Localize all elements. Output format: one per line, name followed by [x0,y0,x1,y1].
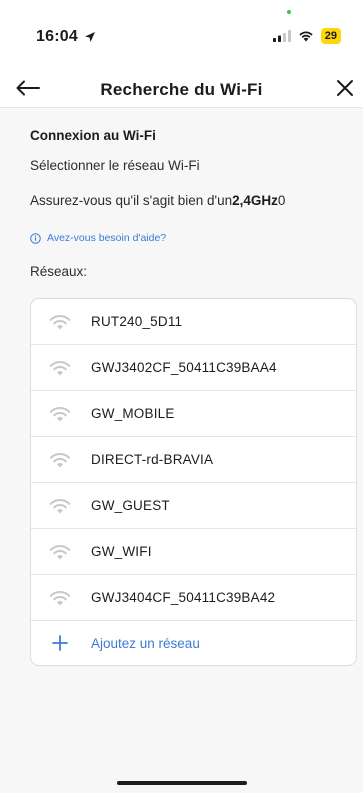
navigation-header: Recherche du Wi-Fi [0,64,363,112]
frequency-note: Assurez-vous qu'il s'agit bien d'un2,4GH… [30,193,285,208]
wifi-icon [48,589,72,607]
home-indicator [116,781,247,785]
help-link-label: Avez-vous besoin d'aide? [47,232,167,244]
close-icon [337,80,353,96]
main-content: Connexion au Wi-Fi Sélectionner le résea… [0,108,363,793]
network-name: GW_WIFI [91,544,152,559]
section-heading: Connexion au Wi-Fi [30,128,156,143]
close-button[interactable] [327,70,363,106]
add-network-button[interactable]: Ajoutez un réseau [31,621,356,665]
subtitle: Sélectionner le réseau Wi-Fi [30,158,200,173]
network-name: GW_GUEST [91,498,170,513]
network-list: RUT240_5D11 GWJ3402CF_50411C39BAA4 GW_MO… [30,298,357,666]
network-item[interactable]: GW_GUEST [31,483,356,529]
wifi-icon [48,451,72,469]
privacy-indicator [287,10,291,14]
network-item[interactable]: DIRECT-rd-BRAVIA [31,437,356,483]
network-name: DIRECT-rd-BRAVIA [91,452,214,467]
battery-indicator: 29 [320,28,341,44]
network-item[interactable]: GWJ3402CF_50411C39BAA4 [31,345,356,391]
frequency-prefix: Assurez-vous qu'il s'agit bien d'un [30,193,233,208]
network-item[interactable]: GWJ3404CF_50411C39BA42 [31,575,356,621]
plus-icon [48,635,72,651]
status-time: 16:04 [36,28,96,46]
network-name: RUT240_5D11 [91,314,183,329]
network-item[interactable]: RUT240_5D11 [31,299,356,345]
info-icon [30,232,41,244]
status-bar: 16:04 29 [0,0,363,60]
network-item[interactable]: GW_WIFI [31,529,356,575]
wifi-icon [48,497,72,515]
frequency-value: 2,4GHz [232,193,278,208]
wifi-icon [48,405,72,423]
network-name: GWJ3402CF_50411C39BAA4 [91,360,277,375]
network-name: GW_MOBILE [91,406,175,421]
wifi-status-icon [299,31,313,42]
network-name: GWJ3404CF_50411C39BA42 [91,590,276,605]
network-item[interactable]: GW_MOBILE [31,391,356,437]
wifi-icon [48,543,72,561]
cellular-signal-icon [272,30,291,42]
frequency-suffix: 0 [277,193,286,208]
help-link[interactable]: Avez-vous besoin d'aide? [30,232,166,244]
status-time-text: 16:04 [36,28,78,45]
wifi-icon [48,359,72,377]
networks-label: Réseaux: [30,264,88,279]
add-network-label: Ajoutez un réseau [91,635,200,651]
page-title: Recherche du Wi-Fi [100,80,263,99]
location-arrow-icon [84,32,95,42]
status-icons: 29 [272,28,341,44]
wifi-icon [48,313,72,331]
